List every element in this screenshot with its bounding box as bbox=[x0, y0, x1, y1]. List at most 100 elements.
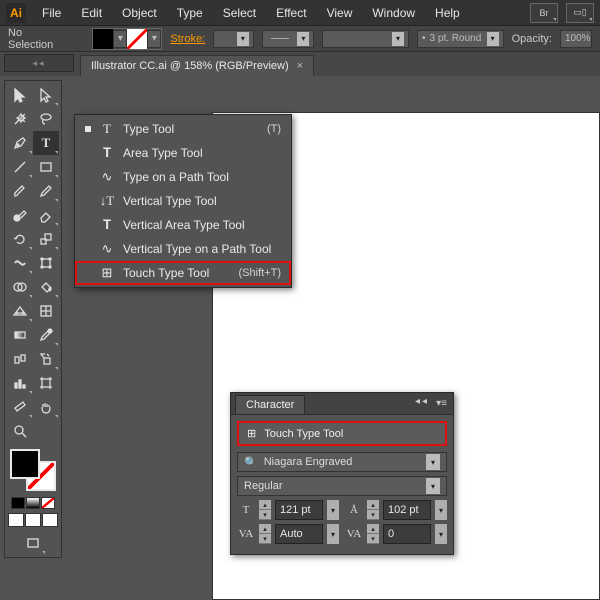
leading-dropdown[interactable]: ▾ bbox=[435, 500, 447, 520]
flyout-vertical-type-tool[interactable]: ↓T Vertical Type Tool bbox=[75, 189, 291, 213]
column-graph-tool[interactable] bbox=[7, 371, 33, 395]
color-mode-row bbox=[7, 497, 59, 509]
kerning-stepper[interactable]: ▴▾ bbox=[259, 524, 271, 544]
stroke-weight-field[interactable]: ▾ bbox=[213, 30, 254, 48]
font-style-field[interactable]: Regular▾ bbox=[237, 476, 447, 496]
leading-stepper[interactable]: ▴▾ bbox=[367, 500, 379, 520]
gradient-tool[interactable] bbox=[7, 323, 33, 347]
zoom-tool[interactable] bbox=[7, 419, 33, 443]
leading-field[interactable]: Å ▴▾ 102 pt ▾ bbox=[345, 500, 447, 520]
opacity-label: Opacity: bbox=[512, 33, 552, 45]
opacity-field[interactable]: 100% bbox=[560, 30, 592, 48]
variable-width-profile[interactable]: ▾ bbox=[262, 30, 315, 48]
screen-mode-button[interactable] bbox=[20, 531, 46, 555]
font-size-icon: T bbox=[237, 501, 255, 519]
blob-brush-tool[interactable] bbox=[7, 203, 33, 227]
free-transform-tool[interactable] bbox=[33, 251, 59, 275]
pencil-tool[interactable] bbox=[33, 179, 59, 203]
draw-mode-normal[interactable] bbox=[8, 513, 24, 527]
font-size-field[interactable]: T ▴▾ 121 pt ▾ bbox=[237, 500, 339, 520]
fill-stroke-swatch[interactable]: ▾ ▾ bbox=[92, 28, 162, 50]
menu-file[interactable]: File bbox=[34, 2, 69, 24]
font-family-field[interactable]: 🔍 Niagara Engraved▾ bbox=[237, 452, 447, 472]
width-tool[interactable] bbox=[7, 251, 33, 275]
magic-wand-tool[interactable] bbox=[7, 107, 33, 131]
character-panel: Character ◂◂ ▾≡ ⊞ Touch Type Tool 🔍 Niag… bbox=[230, 392, 454, 555]
draw-mode-behind[interactable] bbox=[25, 513, 41, 527]
toolbox: T bbox=[4, 80, 62, 558]
rotate-tool[interactable] bbox=[7, 227, 33, 251]
flyout-touch-type-tool[interactable]: ⊞ Touch Type Tool(Shift+T) bbox=[75, 261, 291, 285]
eraser-tool[interactable] bbox=[33, 203, 59, 227]
tracking-field[interactable]: VA ▴▾ 0 ▾ bbox=[345, 524, 447, 544]
font-size-stepper[interactable]: ▴▾ bbox=[259, 500, 271, 520]
kerning-dropdown[interactable]: ▾ bbox=[327, 524, 339, 544]
workspace-switcher[interactable]: ▭▯ bbox=[566, 3, 594, 23]
mesh-tool[interactable] bbox=[33, 299, 59, 323]
blend-tool[interactable] bbox=[7, 347, 33, 371]
flyout-area-type-tool[interactable]: 𝐓 Area Type Tool bbox=[75, 141, 291, 165]
scale-tool[interactable] bbox=[33, 227, 59, 251]
slice-tool[interactable] bbox=[7, 395, 33, 419]
bridge-button[interactable]: Br bbox=[530, 3, 558, 23]
font-size-dropdown[interactable]: ▾ bbox=[327, 500, 339, 520]
fill-indicator[interactable] bbox=[10, 449, 40, 479]
menu-edit[interactable]: Edit bbox=[73, 2, 110, 24]
stroke-dropdown[interactable]: ▾ bbox=[147, 30, 161, 48]
touch-type-icon: ⊞ bbox=[247, 427, 256, 440]
panel-collapse-handle[interactable]: ◂◂ bbox=[4, 54, 74, 72]
shape-builder-tool[interactable] bbox=[7, 275, 33, 299]
touch-type-button[interactable]: ⊞ Touch Type Tool bbox=[237, 421, 447, 446]
document-tab[interactable]: Illustrator CC.ai @ 158% (RGB/Preview) × bbox=[80, 55, 314, 76]
type-tool[interactable]: T bbox=[33, 131, 59, 155]
fill-stroke-indicator[interactable] bbox=[8, 447, 58, 493]
rectangle-tool[interactable] bbox=[33, 155, 59, 179]
eyedropper-tool[interactable] bbox=[33, 323, 59, 347]
lasso-tool[interactable] bbox=[33, 107, 59, 131]
flyout-vertical-area-type-tool[interactable]: 𝐓 Vertical Area Type Tool bbox=[75, 213, 291, 237]
menu-view[interactable]: View bbox=[319, 2, 361, 24]
color-mode-gradient[interactable] bbox=[26, 497, 40, 509]
tracking-icon: VA bbox=[345, 525, 363, 543]
paintbrush-tool[interactable] bbox=[7, 179, 33, 203]
fill-swatch[interactable] bbox=[93, 29, 113, 49]
kerning-icon: VA bbox=[237, 525, 255, 543]
tracking-dropdown[interactable]: ▾ bbox=[435, 524, 447, 544]
brush-definition[interactable]: ▾ bbox=[322, 30, 409, 48]
direct-selection-tool[interactable] bbox=[33, 83, 59, 107]
artboard-tool[interactable] bbox=[33, 371, 59, 395]
hand-tool[interactable] bbox=[33, 395, 59, 419]
character-tab[interactable]: Character bbox=[235, 395, 305, 414]
line-segment-tool[interactable] bbox=[7, 155, 33, 179]
symbol-sprayer-tool[interactable] bbox=[33, 347, 59, 371]
type-tool-flyout: T Type Tool(T) 𝐓 Area Type Tool ∿ Type o… bbox=[74, 114, 292, 288]
type-icon: T bbox=[99, 121, 115, 137]
pen-tool[interactable] bbox=[7, 131, 33, 155]
menu-select[interactable]: Select bbox=[215, 2, 264, 24]
flyout-type-tool[interactable]: T Type Tool(T) bbox=[75, 117, 291, 141]
live-paint-bucket-tool[interactable] bbox=[33, 275, 59, 299]
fill-dropdown[interactable]: ▾ bbox=[113, 30, 127, 48]
close-icon[interactable]: × bbox=[297, 60, 303, 72]
stroke-label[interactable]: Stroke: bbox=[170, 33, 205, 45]
draw-mode-inside[interactable] bbox=[42, 513, 58, 527]
brush-preset[interactable]: • 3 pt. Round▾ bbox=[417, 30, 504, 48]
perspective-grid-tool[interactable] bbox=[7, 299, 33, 323]
panel-collapse-icon[interactable]: ◂◂ bbox=[415, 396, 429, 407]
tracking-stepper[interactable]: ▴▾ bbox=[367, 524, 379, 544]
flyout-type-on-path-tool[interactable]: ∿ Type on a Path Tool bbox=[75, 165, 291, 189]
menu-window[interactable]: Window bbox=[364, 2, 423, 24]
flyout-vertical-type-on-path-tool[interactable]: ∿ Vertical Type on a Path Tool bbox=[75, 237, 291, 261]
menu-effect[interactable]: Effect bbox=[268, 2, 314, 24]
kerning-field[interactable]: VA ▴▾ Auto ▾ bbox=[237, 524, 339, 544]
color-mode-none[interactable] bbox=[41, 497, 55, 509]
menu-help[interactable]: Help bbox=[427, 2, 468, 24]
menu-object[interactable]: Object bbox=[114, 2, 165, 24]
screen-mode-row bbox=[7, 513, 59, 527]
menu-type[interactable]: Type bbox=[169, 2, 211, 24]
vertical-type-icon: ↓T bbox=[99, 193, 115, 209]
panel-menu-icon[interactable]: ▾≡ bbox=[436, 398, 447, 409]
selection-tool[interactable] bbox=[7, 83, 33, 107]
color-mode-solid[interactable] bbox=[11, 497, 25, 509]
stroke-swatch[interactable] bbox=[127, 29, 147, 49]
